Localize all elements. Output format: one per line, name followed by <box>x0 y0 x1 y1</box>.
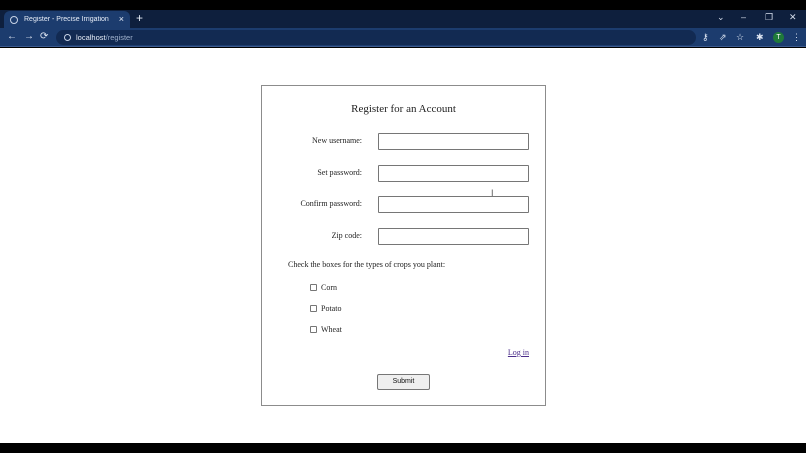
register-form: Register for an Account New username: Se… <box>261 85 546 406</box>
bookmark-star-icon[interactable]: ☆ <box>736 31 744 43</box>
extensions-icon[interactable]: ✱ <box>756 31 764 43</box>
browser-tab-active[interactable]: Register - Precise Irrigation × <box>4 11 130 28</box>
wheat-checkbox[interactable] <box>310 326 317 333</box>
zip-code-input[interactable] <box>378 228 529 245</box>
restore-button[interactable]: ❐ <box>765 10 773 24</box>
confirm-password-input[interactable] <box>378 196 529 213</box>
confirm-password-label: Confirm password: <box>300 199 362 208</box>
url-text: localhost/register <box>76 33 133 42</box>
address-bar[interactable]: localhost/register <box>56 30 696 45</box>
forward-icon[interactable]: → <box>24 31 34 43</box>
potato-label[interactable]: Potato <box>321 304 341 313</box>
password-label: Set password: <box>317 168 362 177</box>
password-input[interactable] <box>378 165 529 182</box>
wheat-label[interactable]: Wheat <box>321 325 342 334</box>
reload-icon[interactable]: ⟳ <box>40 31 48 43</box>
corn-label[interactable]: Corn <box>321 283 337 292</box>
minimize-button[interactable]: – <box>741 10 746 24</box>
site-info-icon[interactable] <box>64 34 71 41</box>
url-host: localhost <box>76 33 106 42</box>
page-title: Register for an Account <box>351 103 456 115</box>
new-tab-button[interactable]: + <box>136 12 143 24</box>
browser-toolbar: ← → ⟳ localhost/register ⚷ ⇗ ☆ ✱ ⋮ <box>0 28 806 47</box>
screen-bottom-border <box>0 443 806 453</box>
corn-checkbox[interactable] <box>310 284 317 291</box>
text-cursor-icon: I <box>491 188 494 198</box>
close-window-button[interactable]: ✕ <box>789 10 797 24</box>
globe-icon <box>10 15 18 24</box>
back-icon[interactable]: ← <box>7 31 17 43</box>
submit-button[interactable]: Submit <box>377 374 430 390</box>
zip-code-label: Zip code: <box>331 231 362 240</box>
close-tab-icon[interactable]: × <box>119 15 124 24</box>
url-path: /register <box>105 33 133 42</box>
username-label: New username: <box>312 136 362 145</box>
key-icon[interactable]: ⚷ <box>702 31 709 43</box>
page-viewport: Register for an Account New username: Se… <box>0 48 806 443</box>
share-icon[interactable]: ⇗ <box>719 31 727 43</box>
login-link[interactable]: Log in <box>508 348 529 357</box>
potato-checkbox[interactable] <box>310 305 317 312</box>
tab-title: Register - Precise Irrigation <box>24 16 109 23</box>
screen-top-border <box>0 0 806 10</box>
crops-prompt: Check the boxes for the types of crops y… <box>288 260 446 269</box>
profile-avatar[interactable]: T <box>773 32 784 43</box>
username-input[interactable] <box>378 133 529 150</box>
tab-search-icon[interactable]: ⌄ <box>717 10 725 24</box>
browser-tab-strip: Register - Precise Irrigation × + ⌄ – ❐ … <box>0 10 806 28</box>
browser-menu-icon[interactable]: ⋮ <box>792 31 801 43</box>
